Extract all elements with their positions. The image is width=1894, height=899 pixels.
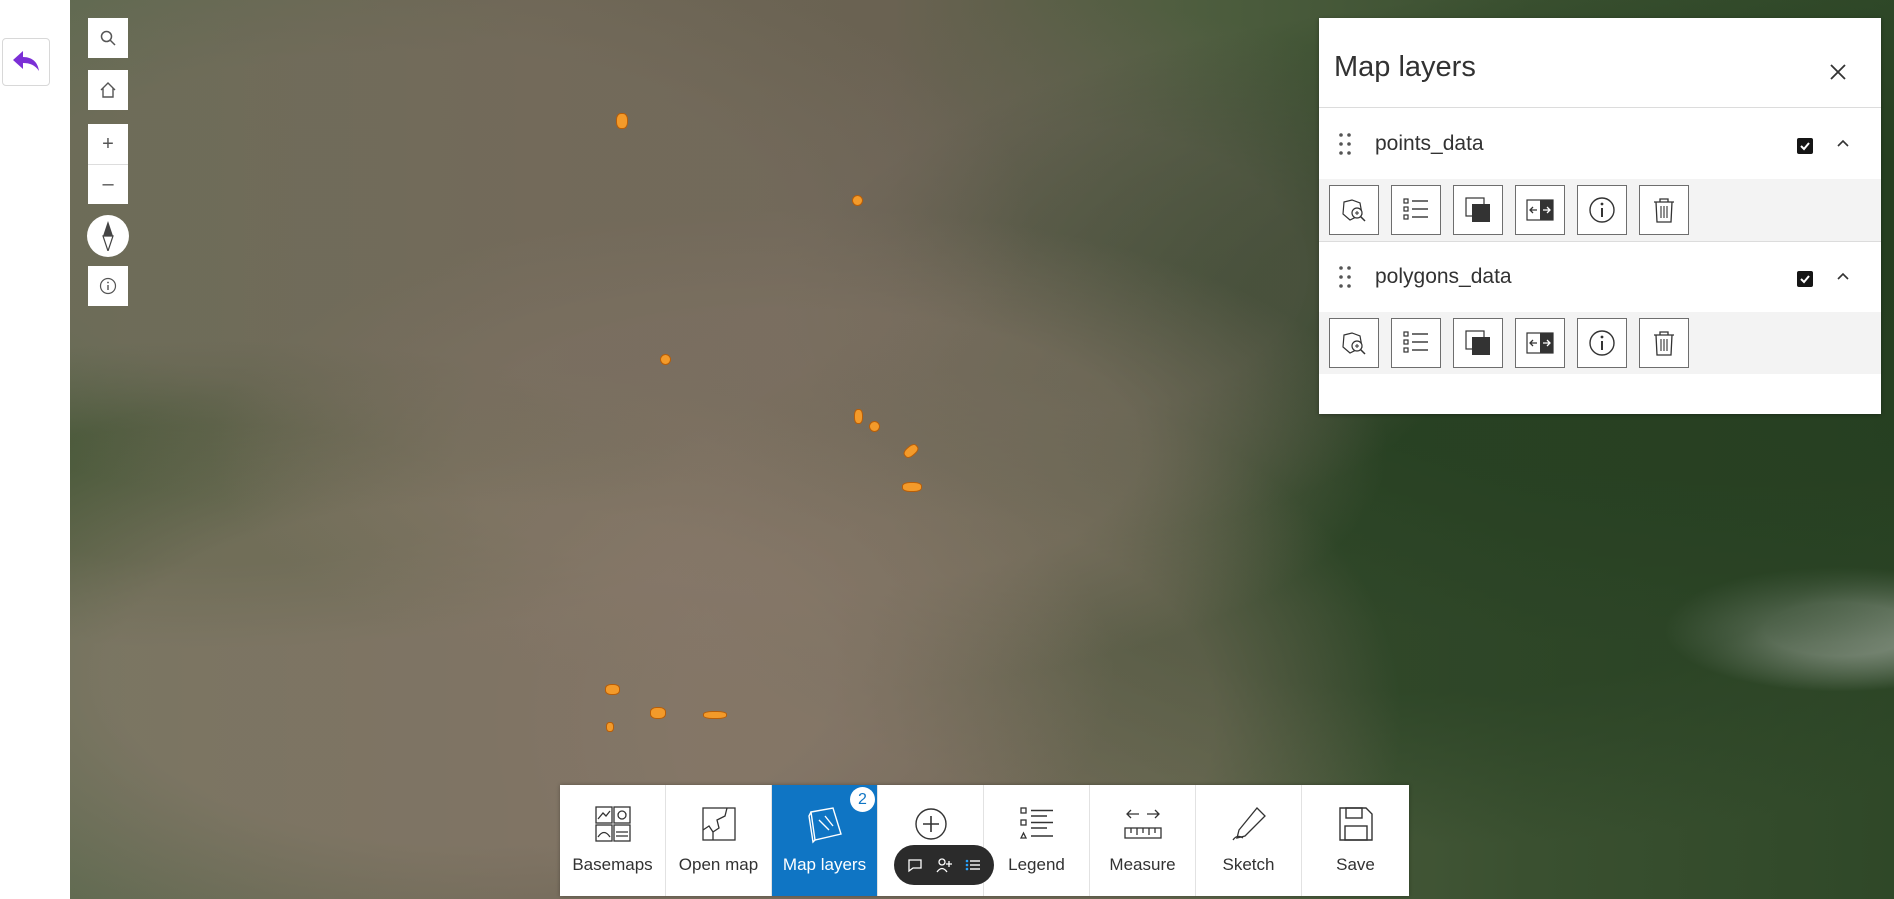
layer-visibility-checkbox[interactable]: [1797, 138, 1813, 154]
zoom-out-icon: –: [102, 173, 114, 195]
overlay-button[interactable]: [1453, 185, 1503, 235]
zoom-to-icon: [1342, 199, 1366, 222]
legend-button[interactable]: Legend: [984, 785, 1090, 896]
swipe-button[interactable]: [1515, 318, 1565, 368]
zoom-to-layer-button[interactable]: [1329, 318, 1379, 368]
layer-tools: [1319, 179, 1881, 241]
layer-count-badge: 2: [850, 787, 875, 812]
swipe-button[interactable]: [1515, 185, 1565, 235]
toolbar-label: Open map: [678, 855, 759, 874]
point-feature[interactable]: [660, 354, 671, 365]
chevron-up-icon[interactable]: [1836, 269, 1850, 283]
map-layers-button[interactable]: Map layers 2: [772, 785, 878, 896]
info-icon: [1589, 330, 1615, 356]
delete-icon: [1654, 198, 1674, 223]
zoom-to-icon: [1342, 332, 1366, 355]
info-icon: [99, 277, 117, 295]
chat-icon[interactable]: [906, 856, 924, 874]
attribute-table-icon: [1403, 331, 1428, 353]
zoom-in-icon: +: [102, 132, 114, 155]
polygon-feature[interactable]: [703, 711, 727, 719]
open-map-button[interactable]: Open map: [666, 785, 772, 896]
drag-handle-icon[interactable]: [1339, 265, 1351, 289]
point-feature[interactable]: [869, 421, 880, 432]
attribute-table-button[interactable]: [1391, 318, 1441, 368]
swipe-icon: [1526, 332, 1554, 354]
back-arrow-icon: [13, 51, 39, 71]
basemaps-icon: [594, 806, 631, 842]
attribute-table-icon: [1403, 198, 1428, 220]
zoom-to-layer-button[interactable]: [1329, 185, 1379, 235]
toolbar-label: Measure: [1109, 855, 1176, 874]
basemaps-button[interactable]: Basemaps: [560, 785, 666, 896]
delete-icon: [1654, 331, 1674, 356]
collaboration-pill[interactable]: [894, 845, 994, 885]
polygon-feature[interactable]: [605, 684, 620, 695]
zoom-out-button[interactable]: –: [88, 164, 128, 204]
info-icon: [1589, 197, 1615, 223]
remove-layer-button[interactable]: [1639, 318, 1689, 368]
info-button[interactable]: [88, 266, 128, 306]
sketch-icon: [1231, 807, 1266, 841]
open-map-icon: [701, 807, 736, 841]
layer-info-button[interactable]: [1577, 318, 1627, 368]
polygon-feature[interactable]: [650, 707, 666, 719]
home-button[interactable]: [88, 70, 128, 110]
toolbar-label: Save: [1336, 855, 1375, 874]
layer-info-button[interactable]: [1577, 185, 1627, 235]
measure-button[interactable]: Measure: [1090, 785, 1196, 896]
toolbar-label: Basemaps: [572, 855, 653, 874]
legend-icon: [1019, 807, 1053, 839]
layer-tools: [1319, 312, 1881, 374]
sketch-button[interactable]: Sketch: [1196, 785, 1302, 896]
search-icon: [100, 30, 116, 46]
checkmark-icon: [1800, 142, 1810, 151]
close-icon: [1830, 64, 1846, 80]
drag-handle-icon[interactable]: [1339, 132, 1351, 156]
toolbar-label: Map layers: [782, 855, 867, 874]
polygon-feature[interactable]: [854, 409, 863, 424]
left-rail: [0, 0, 70, 899]
zoom-in-button[interactable]: +: [88, 124, 128, 164]
map-layers-panel: Map layers points_data polygons_data: [1319, 18, 1881, 414]
save-icon: [1338, 807, 1373, 841]
layer-row-polygons-data[interactable]: polygons_data: [1319, 245, 1881, 305]
search-button[interactable]: [88, 18, 128, 58]
divider: [1319, 107, 1881, 108]
compass-icon: [102, 221, 114, 251]
list-icon[interactable]: [964, 856, 982, 874]
layer-name: polygons_data: [1375, 265, 1512, 288]
panel-title: Map layers: [1334, 51, 1476, 83]
toolbar-label: Legend: [1008, 855, 1065, 874]
save-button[interactable]: Save: [1302, 785, 1409, 896]
chevron-up-icon[interactable]: [1836, 136, 1850, 150]
toolbar-label: Sketch: [1222, 855, 1275, 874]
remove-layer-button[interactable]: [1639, 185, 1689, 235]
map-layers-icon: [807, 807, 842, 844]
add-circle-icon: [914, 808, 947, 840]
swipe-icon: [1526, 199, 1554, 221]
home-icon: [100, 82, 116, 98]
back-button[interactable]: [2, 38, 50, 86]
attribute-table-button[interactable]: [1391, 185, 1441, 235]
divider: [1319, 241, 1881, 242]
point-feature[interactable]: [852, 195, 863, 206]
bottom-toolbar: Basemaps Open map Map layers 2 Legend Me…: [560, 785, 1409, 896]
layer-visibility-checkbox[interactable]: [1797, 271, 1813, 287]
add-user-icon[interactable]: [935, 856, 953, 874]
layer-row-points-data[interactable]: points_data: [1319, 112, 1881, 172]
polygon-feature[interactable]: [902, 482, 922, 492]
overlay-icon: [1465, 330, 1490, 355]
overlay-button[interactable]: [1453, 318, 1503, 368]
checkmark-icon: [1800, 275, 1810, 284]
overlay-icon: [1465, 197, 1490, 222]
layer-name: points_data: [1375, 132, 1484, 155]
compass-button[interactable]: [87, 215, 129, 257]
polygon-feature[interactable]: [901, 442, 921, 460]
polygon-feature[interactable]: [606, 722, 614, 732]
measure-icon: [1123, 809, 1162, 839]
close-panel-button[interactable]: [1822, 56, 1854, 88]
polygon-feature[interactable]: [616, 113, 628, 129]
